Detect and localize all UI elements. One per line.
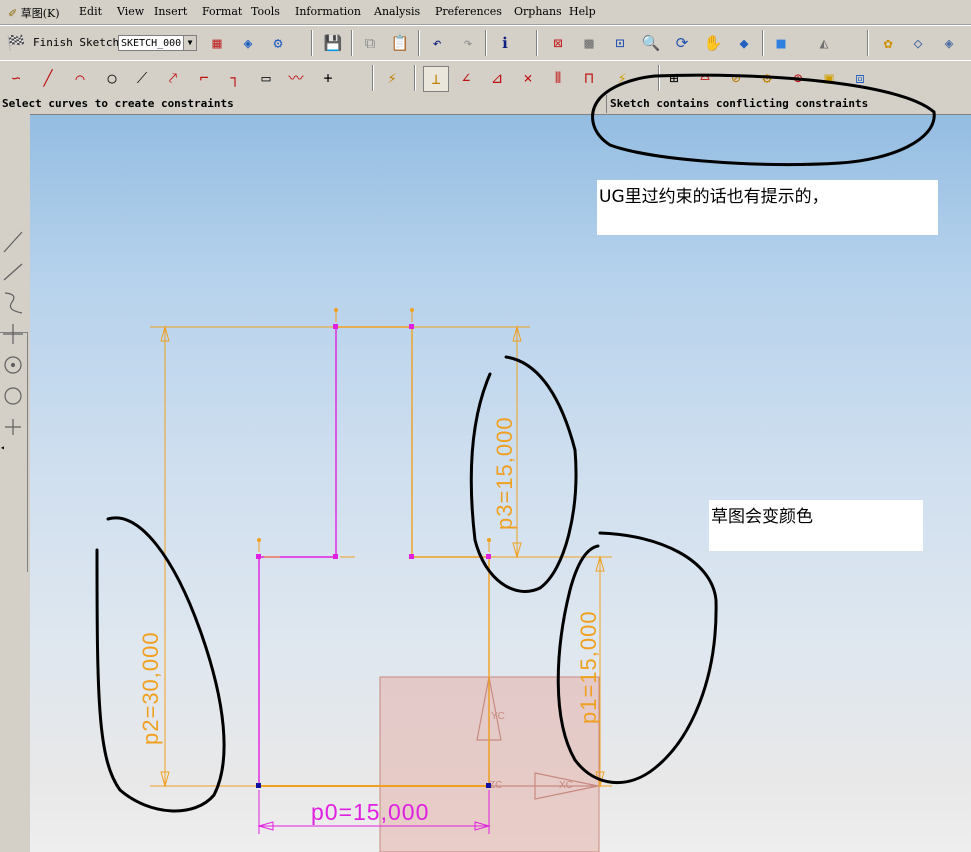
constraint-ticks — [257, 308, 491, 558]
yc-label: YC — [491, 711, 505, 722]
status-circle-annotation — [591, 73, 936, 166]
p0-label[interactable]: p0=15,000 — [311, 799, 429, 825]
color-change-note: 草图会变颜色 — [709, 500, 923, 551]
p2-label[interactable]: p2=30,000 — [138, 631, 163, 745]
overconstraint-note: UG里过约束的话也有提示的， — [597, 180, 938, 235]
sketch-geometry: YC XC ZC p0=15,000 p2=30,000 p3=15,000 p… — [95, 73, 936, 852]
xc-label: XC — [559, 780, 573, 791]
p1-label[interactable]: p1=15,000 — [576, 610, 601, 724]
zc-label: ZC — [489, 780, 502, 791]
p3-label[interactable]: p3=15,000 — [492, 416, 517, 530]
